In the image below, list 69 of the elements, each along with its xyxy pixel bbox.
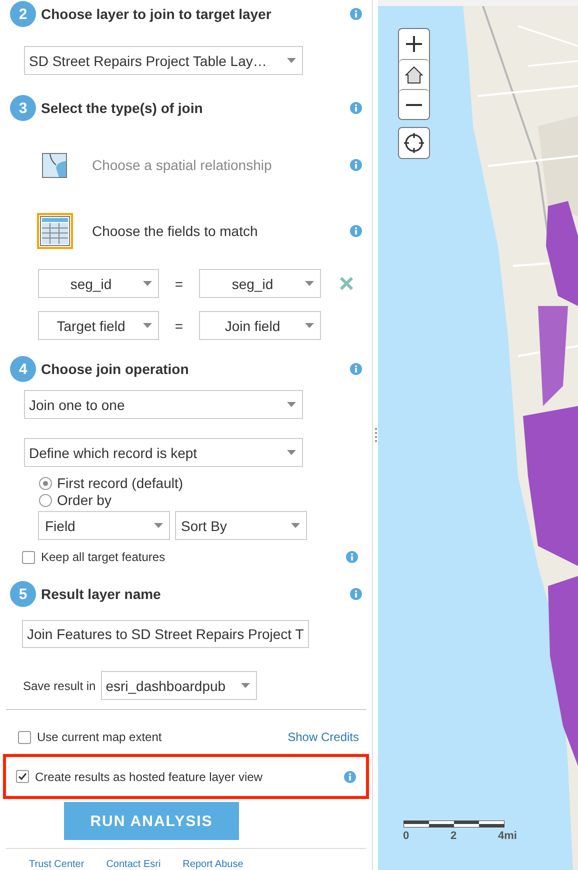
checkbox[interactable] <box>18 730 31 744</box>
target-field-dropdown[interactable]: seg_id <box>38 269 159 298</box>
input-field[interactable]: Join Features to SD Street Repairs Project T <box>22 620 309 648</box>
radio-label: Order by <box>57 492 112 508</box>
join-type-label[interactable]: Choose a spatial relationship <box>92 157 350 173</box>
caret-icon <box>287 58 296 63</box>
caret-icon <box>143 281 152 286</box>
step-number: 5 <box>10 581 36 607</box>
info-icon[interactable] <box>350 102 362 114</box>
info-icon[interactable] <box>346 551 358 563</box>
step-title: Result layer name <box>41 586 162 602</box>
checkbox-label: Keep all target features <box>41 550 166 564</box>
dropdown[interactable]: esri_dashboardpub <box>100 671 257 700</box>
home-icon <box>404 64 424 84</box>
join-field-dropdown[interactable]: Join field <box>199 311 321 340</box>
locate-button[interactable] <box>399 128 429 158</box>
close-icon[interactable] <box>340 277 353 290</box>
info-icon[interactable] <box>350 588 362 600</box>
caret-icon <box>305 323 314 328</box>
footer-link[interactable]: Contact Esri <box>106 859 161 870</box>
zoom-out-button[interactable] <box>399 89 429 119</box>
radio-label: First record (default) <box>57 475 184 491</box>
step-title: Choose join operation <box>41 361 190 377</box>
dropdown[interactable]: Field <box>38 511 170 540</box>
footer-link[interactable]: Trust Center <box>29 859 84 870</box>
dropdown[interactable]: Join one to one <box>24 390 303 419</box>
checkbox-label: Use current map extent <box>37 730 163 744</box>
join-type-label[interactable]: Choose the fields to match <box>92 223 350 239</box>
scale-label: 2 <box>450 830 457 842</box>
dropdown[interactable]: Define which record is kept <box>24 438 303 467</box>
scale-label: 0 <box>403 830 410 842</box>
equals-sign: = <box>174 318 184 334</box>
save-label: Save result in <box>23 678 96 692</box>
target-field-dropdown[interactable]: Target field <box>38 311 159 340</box>
footer-link[interactable]: Report Abuse <box>182 859 244 870</box>
info-icon[interactable] <box>350 363 362 375</box>
table-icon[interactable] <box>37 213 73 249</box>
info-icon[interactable] <box>350 225 362 237</box>
info-icon[interactable] <box>344 770 356 782</box>
step-title: Choose layer to join to target layer <box>41 6 272 22</box>
scale-label: 4mi <box>498 830 517 842</box>
step-title: Select the type(s) of join <box>41 100 204 116</box>
step-number: 4 <box>10 356 36 382</box>
drag-handle-icon[interactable] <box>374 428 376 442</box>
caret-icon <box>305 281 314 286</box>
plus-icon <box>405 35 423 53</box>
checkmark-icon <box>18 772 27 781</box>
equals-sign: = <box>174 276 184 292</box>
crosshair-icon <box>403 132 425 154</box>
radio-button[interactable] <box>39 476 52 490</box>
step-number: 2 <box>10 1 36 27</box>
show-credits-link[interactable]: Show Credits <box>288 730 359 744</box>
caret-icon <box>287 402 296 407</box>
join-field-dropdown[interactable]: seg_id <box>199 269 321 298</box>
step-number: 3 <box>10 95 36 121</box>
caret-icon <box>291 523 300 528</box>
caret-icon <box>287 450 296 455</box>
info-icon[interactable] <box>350 8 362 20</box>
checkbox[interactable] <box>16 770 29 783</box>
caret-icon <box>240 683 250 688</box>
dropdown[interactable]: Sort By <box>175 511 307 540</box>
dropdown[interactable]: SD Street Repairs Project Table Lay… <box>24 46 303 75</box>
checkbox-label: Create results as hosted feature layer view <box>35 770 264 784</box>
caret-icon <box>154 523 163 528</box>
info-icon[interactable] <box>350 159 362 171</box>
radio-button[interactable] <box>39 494 52 506</box>
minus-icon <box>405 104 423 106</box>
checkbox[interactable] <box>22 550 35 564</box>
caret-icon <box>143 323 152 328</box>
